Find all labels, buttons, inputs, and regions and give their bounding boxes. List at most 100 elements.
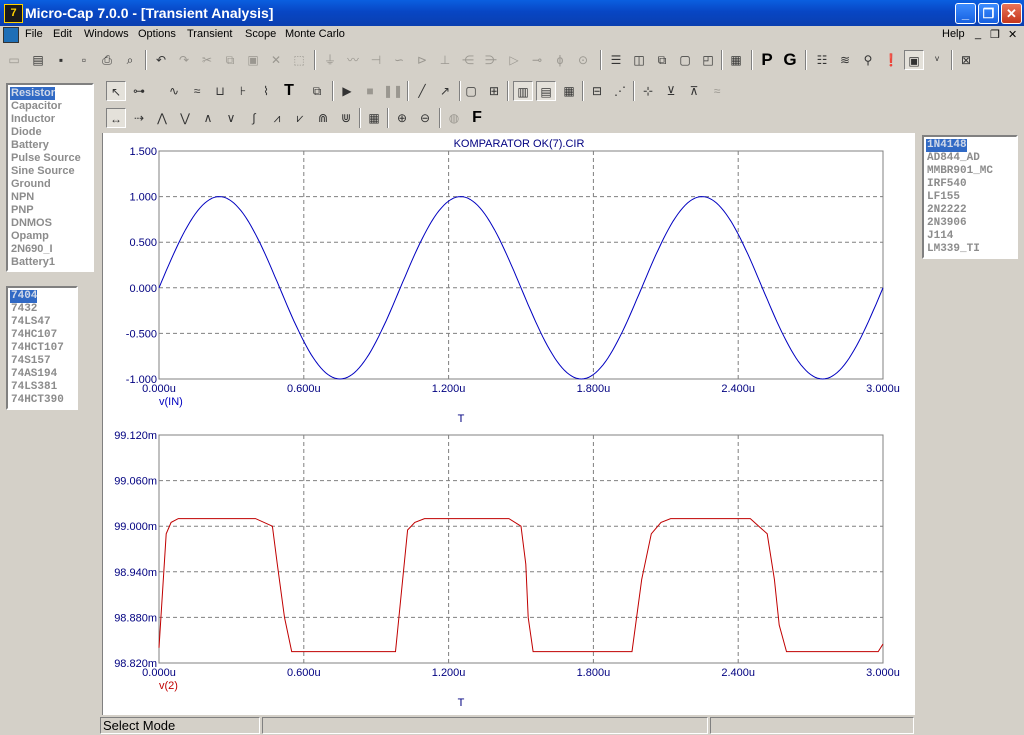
text-mode-button[interactable]: T bbox=[279, 81, 299, 101]
model-item[interactable]: J114 bbox=[926, 230, 953, 243]
low-icon[interactable]: ∨ bbox=[221, 108, 241, 128]
font-button[interactable]: F bbox=[467, 108, 487, 128]
major-grid-icon[interactable]: ▤ bbox=[536, 81, 556, 101]
draw-line-icon[interactable]: ╱ bbox=[412, 81, 432, 101]
peek-button[interactable]: P bbox=[757, 50, 777, 70]
component-item[interactable]: Diode bbox=[10, 126, 42, 139]
bus-icon[interactable]: ⊦ bbox=[233, 81, 253, 101]
logic-part-item[interactable]: 74LS47 bbox=[10, 316, 51, 329]
wave-compare-icon[interactable]: ≈ bbox=[187, 81, 207, 101]
diagonal-wire-icon[interactable]: ⌇ bbox=[256, 81, 276, 101]
component-item[interactable]: Inductor bbox=[10, 113, 55, 126]
redo-icon[interactable]: ↷ bbox=[174, 50, 194, 70]
menu-help[interactable]: Help bbox=[942, 28, 965, 40]
zoom-in-icon[interactable]: ⊕ bbox=[392, 108, 412, 128]
model-item[interactable]: AD844_AD bbox=[926, 152, 980, 165]
inflection-icon[interactable]: ∫ bbox=[244, 108, 264, 128]
info-icon[interactable]: ❗ bbox=[881, 50, 901, 70]
valley-icon[interactable]: ⋁ bbox=[175, 108, 195, 128]
print-icon[interactable]: ⎙ bbox=[97, 50, 117, 70]
cursor-high-icon[interactable]: ⊼ bbox=[684, 81, 704, 101]
new-file-icon[interactable]: ▭ bbox=[4, 50, 24, 70]
component-item[interactable]: Capacitor bbox=[10, 100, 62, 113]
cursor-next-icon[interactable]: ⇢ bbox=[129, 108, 149, 128]
grid-icon[interactable]: ⊞ bbox=[484, 81, 504, 101]
logic-part-item[interactable]: 74AS194 bbox=[10, 368, 57, 381]
logic-part-item[interactable]: 7404 bbox=[10, 290, 38, 303]
series-label[interactable]: v(IN) bbox=[159, 396, 183, 408]
stop-icon[interactable]: ■ bbox=[360, 81, 380, 101]
plot-window-icon[interactable]: ▣ bbox=[904, 50, 924, 70]
close-button[interactable]: ✕ bbox=[1001, 3, 1022, 24]
cascade-icon[interactable]: ⧉ bbox=[652, 50, 672, 70]
logic-part-item[interactable]: 74S157 bbox=[10, 355, 51, 368]
wire-icon[interactable]: ⊔ bbox=[210, 81, 230, 101]
menu-scope[interactable]: Scope bbox=[245, 28, 276, 40]
select-all-icon[interactable]: ⬚ bbox=[289, 50, 309, 70]
properties-icon[interactable]: ⧉ bbox=[307, 81, 327, 101]
tracker-icon[interactable]: ⋰ bbox=[610, 81, 630, 101]
component-mode-icon[interactable]: ⊶ bbox=[129, 81, 149, 101]
peak-icon[interactable]: ⋀ bbox=[152, 108, 172, 128]
model-item[interactable]: 1N4148 bbox=[926, 139, 967, 152]
copy-icon[interactable]: ⧉ bbox=[220, 50, 240, 70]
component-item[interactable]: Battery bbox=[10, 139, 49, 152]
component-item[interactable]: Sine Source bbox=[10, 165, 75, 178]
select-mode-icon[interactable]: ↖ bbox=[106, 81, 126, 101]
transient-plots[interactable]: 1.5001.0000.5000.000-0.500-1.0000.000u 0.… bbox=[103, 133, 915, 715]
delete-icon[interactable]: ✕ bbox=[266, 50, 286, 70]
resistor-icon[interactable]: 〰 bbox=[343, 50, 363, 70]
open-folder-icon[interactable]: ▤ bbox=[28, 50, 48, 70]
diode-icon[interactable]: ⊳ bbox=[412, 50, 432, 70]
high-icon[interactable]: ∧ bbox=[198, 108, 218, 128]
model-item[interactable]: 2N2222 bbox=[926, 204, 967, 217]
component-item[interactable]: Opamp bbox=[10, 230, 49, 243]
tile-vertical-icon[interactable]: ◫ bbox=[629, 50, 649, 70]
source-icon[interactable]: ϕ bbox=[550, 50, 570, 70]
save-all-icon[interactable]: ▫ bbox=[74, 50, 94, 70]
bottom-icon[interactable]: ⋓ bbox=[336, 108, 356, 128]
zoom-out-icon[interactable]: ⊖ bbox=[415, 108, 435, 128]
component-item[interactable]: Resistor bbox=[10, 87, 56, 100]
model-item[interactable]: LF155 bbox=[926, 191, 960, 204]
menu-options[interactable]: Options bbox=[138, 28, 176, 40]
cursor-left-right-icon[interactable]: ↔ bbox=[106, 108, 126, 128]
logic-part-item[interactable]: 74HC107 bbox=[10, 329, 57, 342]
sine-source-icon[interactable]: ⊙ bbox=[573, 50, 593, 70]
cursor-peak-icon[interactable]: ⊹ bbox=[638, 81, 658, 101]
component-item[interactable]: NPN bbox=[10, 191, 34, 204]
draw-arrow-icon[interactable]: ↗ bbox=[435, 81, 455, 101]
global-low-icon[interactable]: ⩗ bbox=[290, 108, 310, 128]
component-item[interactable]: 2N690_I bbox=[10, 243, 53, 256]
logic-part-item[interactable]: 74HCT107 bbox=[10, 342, 64, 355]
menu-transient[interactable]: Transient bbox=[187, 28, 232, 40]
data-points-icon[interactable]: ▦ bbox=[364, 108, 384, 128]
npn-icon[interactable]: ⋲ bbox=[458, 50, 478, 70]
pnp-icon[interactable]: ⋺ bbox=[481, 50, 501, 70]
model-item[interactable]: MMBR901_MC bbox=[926, 165, 993, 178]
maximize-button[interactable]: ❐ bbox=[978, 3, 999, 24]
menu-windows[interactable]: Windows bbox=[84, 28, 129, 40]
document-icon[interactable] bbox=[3, 27, 19, 43]
menu-file[interactable]: File bbox=[25, 28, 43, 40]
battery-icon[interactable]: ⊥ bbox=[435, 50, 455, 70]
cursor-low-icon[interactable]: ≈ bbox=[707, 81, 727, 101]
component-item[interactable]: Pulse Source bbox=[10, 152, 81, 165]
goto-button[interactable]: G bbox=[780, 50, 800, 70]
menu-monte-carlo[interactable]: Monte Carlo bbox=[285, 28, 345, 40]
undo-icon[interactable]: ↶ bbox=[151, 50, 171, 70]
probe-icon[interactable]: ⚲ bbox=[858, 50, 878, 70]
paste-icon[interactable]: ▣ bbox=[243, 50, 263, 70]
logic-part-item[interactable]: 74HCT390 bbox=[10, 394, 64, 407]
model-item[interactable]: IRF540 bbox=[926, 178, 967, 191]
capacitor-icon[interactable]: ⊣ bbox=[366, 50, 386, 70]
minimize-button[interactable]: _ bbox=[955, 3, 976, 24]
inductor-icon[interactable]: ∽ bbox=[389, 50, 409, 70]
save-icon[interactable]: ▪ bbox=[51, 50, 71, 70]
mdi-close-button[interactable]: ✕ bbox=[1008, 28, 1017, 41]
ground-icon[interactable]: ⏚ bbox=[320, 50, 340, 70]
top-icon[interactable]: ⋒ bbox=[313, 108, 333, 128]
waveform-icon[interactable]: ≋ bbox=[835, 50, 855, 70]
app-logo-icon[interactable]: 7 bbox=[4, 4, 23, 23]
mdi-minimize-button[interactable]: _ bbox=[975, 28, 981, 40]
